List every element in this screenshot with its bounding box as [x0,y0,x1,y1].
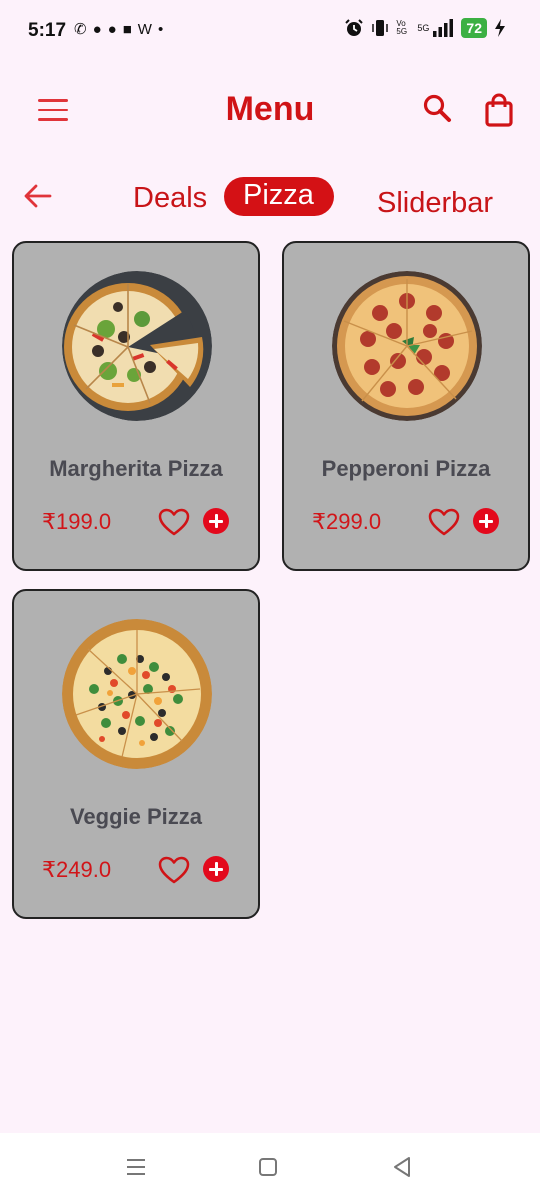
product-card-veggie[interactable]: Veggie Pizza ₹249.0 [12,589,260,919]
add-to-cart-icon[interactable] [203,508,229,534]
alarm-icon [345,19,364,36]
product-name: Veggie Pizza [69,804,203,829]
status-time: 5:17 [28,20,67,41]
product-name: Pepperoni Pizza [321,456,491,481]
pepperoni-pizza-image [332,271,482,421]
add-to-cart-icon[interactable] [473,508,499,534]
charging-icon [495,19,505,37]
dot-icon: • [157,21,164,38]
screen: 5:17 ✆ ● ● ■ W • Vo 5G 5G 72 Menu Deals … [0,0,540,1200]
w-icon: W [137,21,152,38]
system-nav-bar [0,1133,540,1200]
home-icon[interactable] [256,1155,280,1179]
snapchat-icon: ● [107,21,117,38]
shopping-bag-icon[interactable] [482,92,516,128]
page-title: Menu [225,90,315,128]
message-icon: ■ [122,21,132,38]
status-right: Vo 5G 5G 72 [344,18,506,38]
tab-deals[interactable]: Deals [133,182,207,215]
product-name: Margherita Pizza [49,456,223,481]
heart-icon[interactable] [428,507,460,537]
product-card-margherita[interactable]: Margherita Pizza ₹199.0 [12,241,260,571]
product-price: ₹249.0 [42,857,112,882]
search-icon[interactable] [420,92,454,126]
product-price: ₹299.0 [312,509,382,534]
heart-icon[interactable] [158,507,190,537]
heart-icon[interactable] [158,855,190,885]
snapchat-icon: ● [92,21,102,38]
notification-icons: ✆ ● ● ■ W • [74,19,163,41]
back-icon[interactable] [390,1155,414,1179]
veggie-pizza-image [62,619,212,769]
signal-icon [433,19,454,37]
margherita-pizza-image [62,271,212,421]
tab-pizza[interactable]: Pizza [224,177,334,216]
back-arrow-icon[interactable] [22,180,54,212]
battery-level: 72 [461,18,487,38]
recent-apps-icon[interactable] [124,1155,148,1179]
tab-sliderbar[interactable]: Sliderbar [377,187,493,220]
whatsapp-icon: ✆ [74,21,87,38]
product-price: ₹199.0 [42,509,112,534]
category-tabs: Deals Pizza Sliderbar [0,170,540,230]
product-card-pepperoni[interactable]: Pepperoni Pizza ₹299.0 [282,241,530,571]
status-bar: 5:17 ✆ ● ● ■ W • Vo 5G 5G 72 [0,0,540,62]
vibrate-icon [372,20,389,36]
add-to-cart-icon[interactable] [203,856,229,882]
app-header: Menu [0,70,540,150]
network-label: 5G [417,23,430,33]
volte-label: Vo 5G [396,19,408,36]
